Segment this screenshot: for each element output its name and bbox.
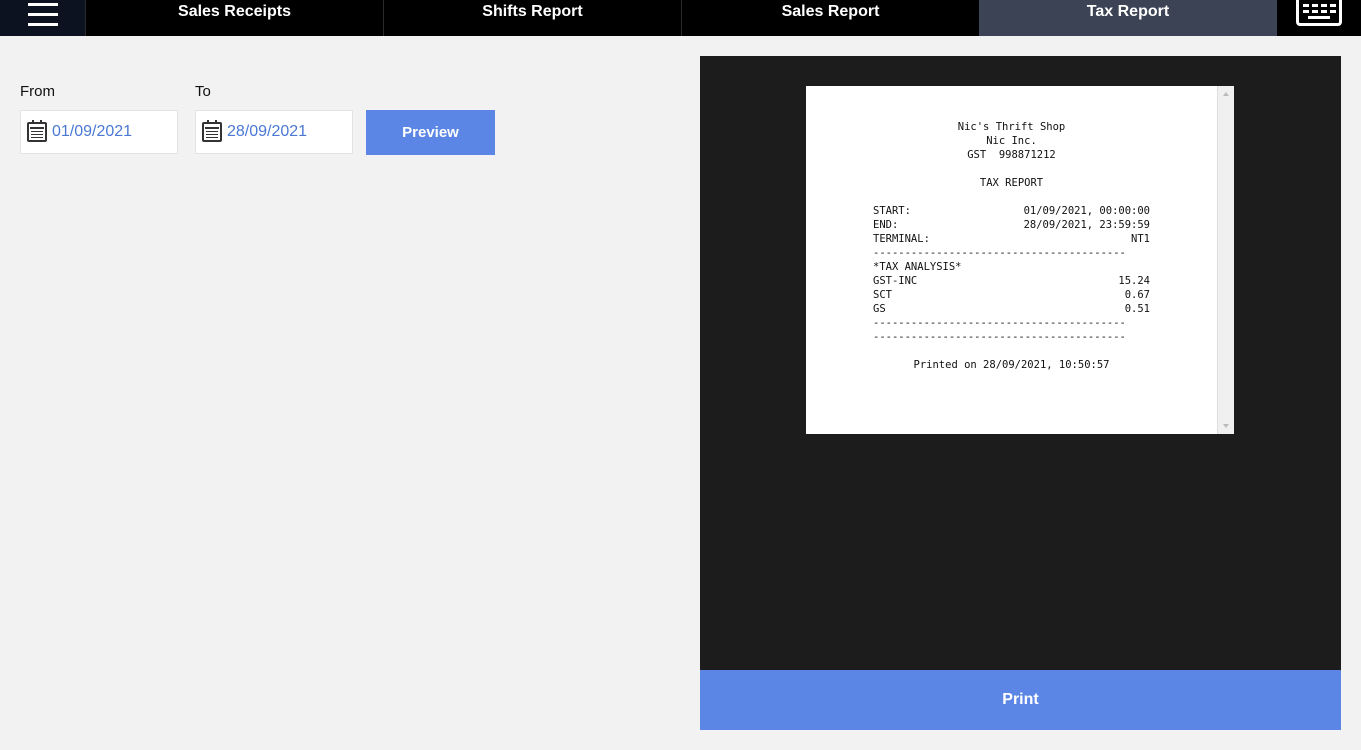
gst-number: GST 998871212 — [967, 149, 1056, 161]
to-date-field[interactable]: 28/09/2021 — [195, 110, 353, 154]
divider: ---------------------------------------- — [873, 317, 1126, 329]
tab-tax-report[interactable]: Tax Report — [979, 0, 1277, 36]
terminal-row: TERMINAL: NT1 — [873, 232, 1150, 246]
tax-name: GS — [873, 303, 886, 315]
keyboard-icon — [1296, 0, 1342, 26]
start-value: 01/09/2021, 00:00:00 — [1023, 205, 1150, 217]
scroll-up-arrow-icon[interactable] — [1223, 92, 1229, 96]
to-label: To — [195, 83, 211, 100]
receipt-body: Nic's Thrift Shop Nic Inc. GST 998871212… — [873, 120, 1150, 372]
company-name: Nic Inc. — [986, 135, 1037, 147]
report-title: TAX REPORT — [979, 177, 1044, 189]
top-navigation-bar: Sales Receipts Shifts Report Sales Repor… — [0, 0, 1361, 36]
receipt-scrollbar[interactable] — [1217, 86, 1234, 434]
receipt-document[interactable]: Nic's Thrift Shop Nic Inc. GST 998871212… — [806, 86, 1234, 434]
calendar-icon — [27, 120, 47, 142]
tab-sales-report[interactable]: Sales Report — [681, 0, 979, 36]
end-value: 28/09/2021, 23:59:59 — [1023, 219, 1150, 231]
to-date-value: 28/09/2021 — [227, 123, 308, 140]
divider: ---------------------------------------- — [873, 331, 1126, 343]
terminal-value: NT1 — [1131, 233, 1150, 245]
tax-analysis-title: *TAX ANALYSIS* — [873, 261, 962, 273]
from-label: From — [20, 83, 55, 100]
tab-shifts-report[interactable]: Shifts Report — [383, 0, 681, 36]
scroll-down-arrow-icon[interactable] — [1223, 424, 1229, 428]
keyboard-button[interactable] — [1277, 0, 1361, 36]
tax-row: SCT 0.67 — [873, 288, 1150, 302]
tax-amount: 0.67 — [1124, 289, 1150, 301]
tax-row: GS 0.51 — [873, 302, 1150, 316]
tax-name: SCT — [873, 289, 892, 301]
shop-name: Nic's Thrift Shop — [957, 121, 1066, 133]
terminal-label: TERMINAL: — [873, 233, 930, 245]
printed-on-timestamp: Printed on 28/09/2021, 10:50:57 — [913, 359, 1110, 371]
from-date-field[interactable]: 01/09/2021 — [20, 110, 178, 154]
tax-name: GST-INC — [873, 275, 918, 287]
menu-button[interactable] — [0, 0, 85, 36]
tax-amount: 0.51 — [1124, 303, 1150, 315]
receipt-preview-panel: Nic's Thrift Shop Nic Inc. GST 998871212… — [700, 56, 1341, 670]
start-label: START: — [873, 205, 911, 217]
calendar-icon — [202, 120, 222, 142]
end-label: END: — [873, 219, 899, 231]
start-row: START: 01/09/2021, 00:00:00 — [873, 204, 1150, 218]
from-date-value: 01/09/2021 — [52, 123, 133, 140]
tax-amount: 15.24 — [1118, 275, 1150, 287]
preview-button[interactable]: Preview — [366, 110, 495, 155]
print-button[interactable]: Print — [700, 670, 1341, 730]
tax-row: GST-INC 15.24 — [873, 274, 1150, 288]
hamburger-menu-icon — [27, 3, 58, 26]
divider: ---------------------------------------- — [873, 247, 1126, 259]
tab-sales-receipts[interactable]: Sales Receipts — [85, 0, 383, 36]
end-row: END: 28/09/2021, 23:59:59 — [873, 218, 1150, 232]
